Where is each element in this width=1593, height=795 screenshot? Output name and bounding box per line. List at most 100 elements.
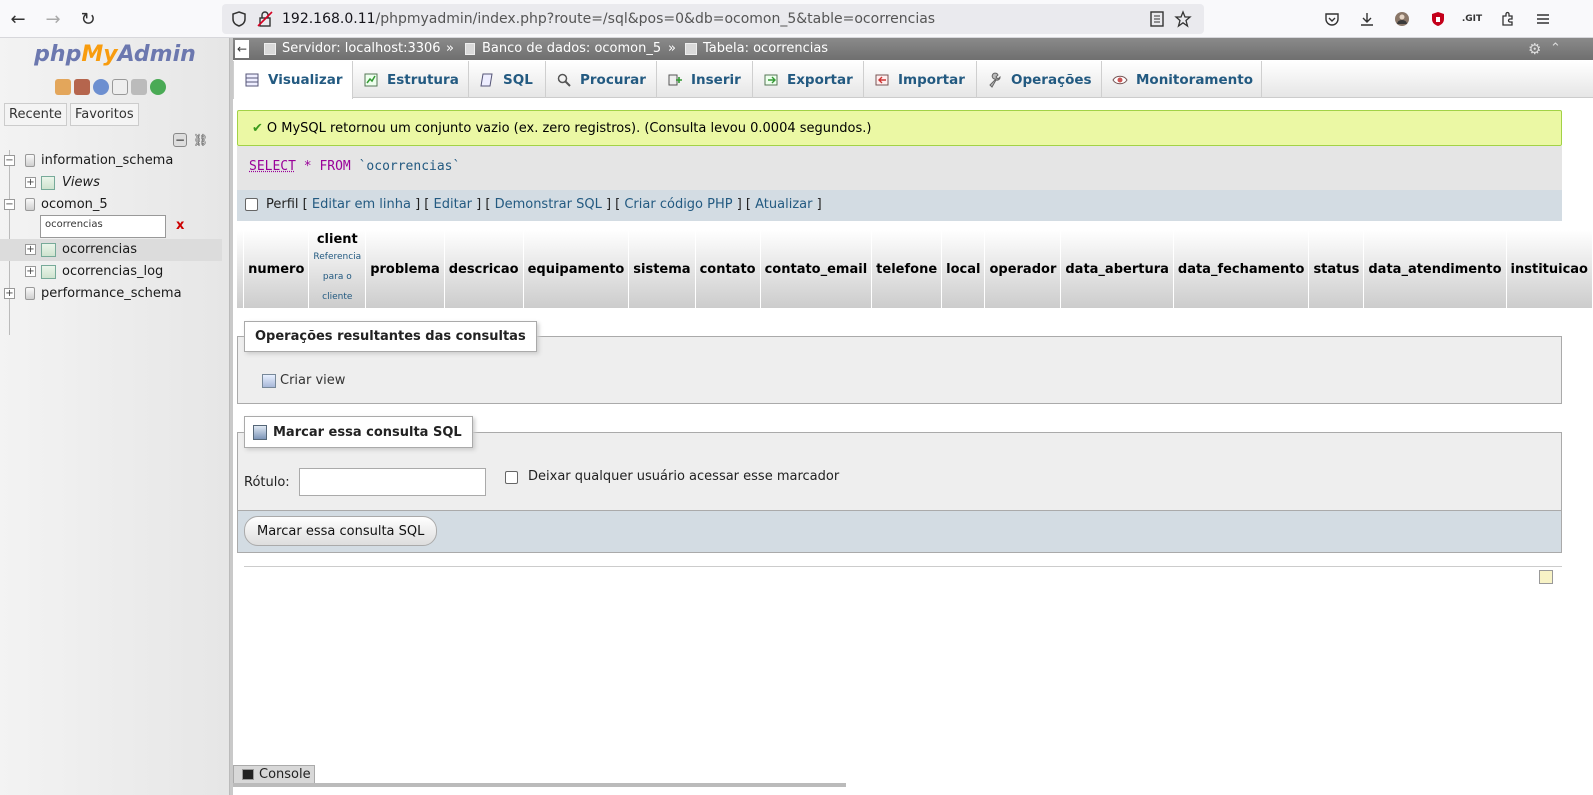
bookmark-label-input[interactable] <box>299 468 486 496</box>
ublock-shield-icon[interactable] <box>1428 9 1448 29</box>
column-header[interactable]: status <box>1308 230 1365 308</box>
expand-icon[interactable]: + <box>25 244 36 255</box>
column-header[interactable]: local <box>941 230 986 308</box>
sql-keyword-select[interactable]: SELECT <box>249 159 296 174</box>
column-header[interactable]: data_atendimento <box>1363 230 1507 308</box>
sql-query-display[interactable]: SELECT * FROM `ocorrencias` <box>237 146 1562 190</box>
docs-icon[interactable] <box>112 79 128 95</box>
column-header[interactable]: contato <box>695 230 761 308</box>
top-menu-tabs: Visualizar Estrutura SQL Procurar Inseri… <box>233 61 1593 99</box>
column-header-client[interactable]: client Referencia para o cliente <box>308 230 367 308</box>
collapse-top-menu-icon[interactable]: ⌃ <box>1550 41 1561 56</box>
breadcrumb-database[interactable]: Banco de dados: ocomon_5 <box>482 41 661 56</box>
page-settings-gear-icon[interactable]: ⚙ <box>1528 40 1541 58</box>
tab-tracking[interactable]: Monitoramento <box>1102 61 1262 98</box>
share-bookmark-checkbox[interactable] <box>505 471 518 484</box>
column-header[interactable]: data_fechamento <box>1173 230 1310 308</box>
results-table: numero client Referencia para o cliente … <box>237 230 1593 308</box>
column-header[interactable]: data_abertura <box>1060 230 1174 308</box>
refresh-link[interactable]: Atualizar <box>755 197 812 212</box>
tree-item-ocorrencias-log[interactable]: + ocorrencias_log <box>0 261 230 283</box>
breadcrumb-table[interactable]: Tabela: ocorrencias <box>703 41 828 56</box>
collapse-icon[interactable]: − <box>4 199 15 210</box>
column-header[interactable]: descricao <box>444 230 524 308</box>
quick-links <box>55 79 166 95</box>
phpmyadmin-logo[interactable]: phpMyAdmin <box>0 42 230 67</box>
tree-item-ocomon-5[interactable]: − ocomon_5 <box>0 194 230 216</box>
expand-icon[interactable]: − <box>4 155 15 166</box>
column-header[interactable]: operador <box>984 230 1062 308</box>
column-header[interactable]: numero <box>243 230 310 308</box>
row-selector-column <box>237 230 245 308</box>
tracking-shield-icon[interactable] <box>230 10 248 28</box>
expand-icon[interactable]: + <box>25 266 36 277</box>
tree-item-performance-schema[interactable]: + performance_schema <box>0 283 230 305</box>
reader-view-icon[interactable] <box>1148 10 1166 28</box>
recent-tables-button[interactable]: Recente <box>4 103 67 126</box>
bookmark-star-icon[interactable] <box>1174 10 1192 28</box>
database-icon <box>25 287 35 300</box>
expand-icon[interactable]: + <box>25 177 36 188</box>
home-icon[interactable] <box>55 79 71 95</box>
edit-link[interactable]: Editar <box>434 197 473 212</box>
profile-avatar-icon[interactable] <box>1392 9 1412 29</box>
back-icon[interactable]: ← <box>5 6 31 32</box>
database-icon <box>25 154 35 167</box>
table-icon <box>41 243 56 257</box>
extensions-icon[interactable] <box>1498 9 1518 29</box>
column-header[interactable]: sistema <box>628 230 696 308</box>
tab-import[interactable]: Importar <box>864 61 977 98</box>
breadcrumb-server[interactable]: Servidor: localhost:3306 <box>282 41 441 56</box>
edit-inline-link[interactable]: Editar em linha <box>312 197 411 212</box>
pocket-icon[interactable] <box>1322 9 1342 29</box>
profiling-checkbox[interactable] <box>245 198 258 211</box>
tab-insert[interactable]: Inserir <box>657 61 753 98</box>
column-header[interactable]: instituicao <box>1506 230 1593 308</box>
tree-item-information-schema[interactable]: − information_schema <box>0 150 230 172</box>
horizontal-scrollbar[interactable] <box>233 783 846 787</box>
link-with-main-icon[interactable]: ⛓ <box>193 133 208 147</box>
git-extension-icon[interactable]: .GIT <box>1462 9 1482 29</box>
navigation-panel: phpMyAdmin Recente Favoritos − ⛓ − infor… <box>0 38 230 795</box>
bookmark-submit-button[interactable]: Marcar essa consulta SQL <box>244 516 438 546</box>
forward-icon[interactable]: → <box>40 6 66 32</box>
insecure-lock-icon[interactable] <box>256 10 274 28</box>
settings-gear-icon[interactable] <box>131 79 147 95</box>
explain-sql-link[interactable]: Demonstrar SQL <box>495 197 602 212</box>
logout-icon[interactable] <box>74 79 90 95</box>
reload-navigation-icon[interactable] <box>150 79 166 95</box>
bookmark-legend: Marcar essa consulta SQL <box>244 416 473 448</box>
insert-icon <box>668 74 682 85</box>
share-bookmark-option[interactable]: Deixar qualquer usuário acessar esse mar… <box>505 469 839 484</box>
url-bar[interactable]: 192.168.0.11/phpmyadmin/index.php?route=… <box>222 4 1204 34</box>
collapse-all-icon[interactable]: − <box>173 133 187 147</box>
tab-browse[interactable]: Visualizar <box>233 61 353 99</box>
column-header[interactable]: equipamento <box>523 230 630 308</box>
menu-icon[interactable] <box>1533 9 1553 29</box>
favorite-tables-button[interactable]: Favoritos <box>69 103 139 126</box>
database-icon <box>465 43 475 55</box>
table-filter-input[interactable]: ocorrencias <box>40 215 166 238</box>
tab-structure[interactable]: Estrutura <box>353 61 469 98</box>
console-toggle[interactable]: Console <box>233 765 315 783</box>
column-header[interactable]: contato_email <box>760 230 873 308</box>
create-php-code-link[interactable]: Criar código PHP <box>624 197 732 212</box>
collapse-panel-icon[interactable]: ← <box>235 40 249 58</box>
column-header[interactable]: telefone <box>871 230 943 308</box>
print-view-icon[interactable] <box>1539 570 1553 584</box>
downloads-icon[interactable] <box>1357 9 1377 29</box>
expand-icon[interactable]: + <box>4 288 15 299</box>
reload-icon[interactable]: ↻ <box>75 6 101 32</box>
bookmark-label-text: Rótulo: <box>244 475 290 490</box>
tab-export[interactable]: Exportar <box>753 61 864 98</box>
column-header[interactable]: problema <box>365 230 445 308</box>
tab-sql[interactable]: SQL <box>469 61 546 98</box>
create-view-link[interactable]: Criar view <box>262 373 345 388</box>
tab-operations[interactable]: Operações <box>977 61 1102 98</box>
tab-search[interactable]: Procurar <box>546 61 657 98</box>
tree-item-ocorrencias[interactable]: + ocorrencias <box>0 239 222 261</box>
eye-icon <box>1112 75 1128 84</box>
clear-filter-button[interactable]: x <box>176 218 184 233</box>
help-icon[interactable] <box>93 79 109 95</box>
tree-item-views[interactable]: + Views <box>0 172 230 194</box>
